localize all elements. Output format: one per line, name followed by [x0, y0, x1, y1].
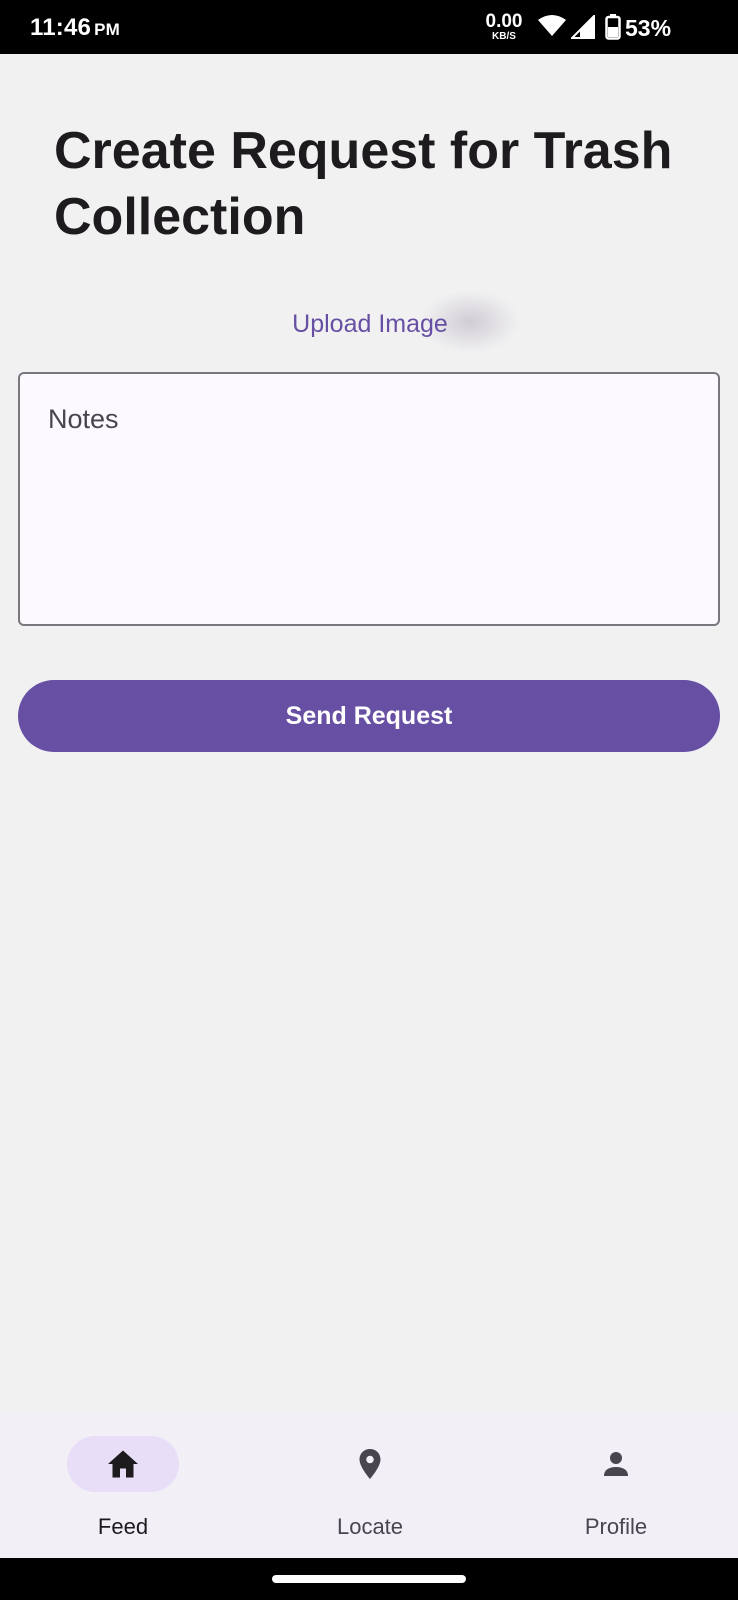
signal-icon — [569, 13, 595, 44]
nav-item-label: Profile — [584, 1514, 648, 1539]
nav-item-profile[interactable]: Profile — [536, 1436, 696, 1546]
person-icon — [598, 1446, 634, 1482]
network-speed-value: 0.00 — [485, 11, 523, 32]
home-indicator[interactable] — [272, 1575, 466, 1583]
status-bar: 11:46 PM 0.00 KB/S 53% — [0, 0, 738, 54]
nav-item-label: Locate — [336, 1514, 404, 1539]
gesture-bar — [0, 1558, 738, 1600]
bottom-navigation: Feed Locate Profile — [0, 1414, 738, 1558]
home-icon — [105, 1446, 141, 1482]
status-time-ampm: PM — [94, 20, 120, 39]
wifi-icon — [538, 15, 566, 42]
battery-percentage: 53% — [625, 15, 672, 41]
battery-icon — [605, 14, 621, 45]
network-speed: 0.00 KB/S — [480, 12, 528, 42]
network-speed-unit: KB/S — [492, 31, 516, 42]
notes-field[interactable]: Notes — [18, 372, 720, 626]
page-title: Create Request for Trash Collection — [54, 122, 673, 246]
nav-item-locate[interactable]: Locate — [290, 1436, 450, 1546]
send-request-button[interactable]: Send Request — [18, 680, 720, 752]
upload-image-button[interactable]: Upload Image — [260, 304, 480, 344]
status-time-value: 11:46 — [30, 14, 92, 41]
notes-placeholder: Notes — [48, 404, 119, 434]
status-time: 11:46 PM — [30, 14, 120, 42]
nav-item-feed[interactable]: Feed — [43, 1436, 203, 1546]
location-pin-icon — [352, 1446, 388, 1482]
nav-item-label: Feed — [97, 1514, 149, 1539]
